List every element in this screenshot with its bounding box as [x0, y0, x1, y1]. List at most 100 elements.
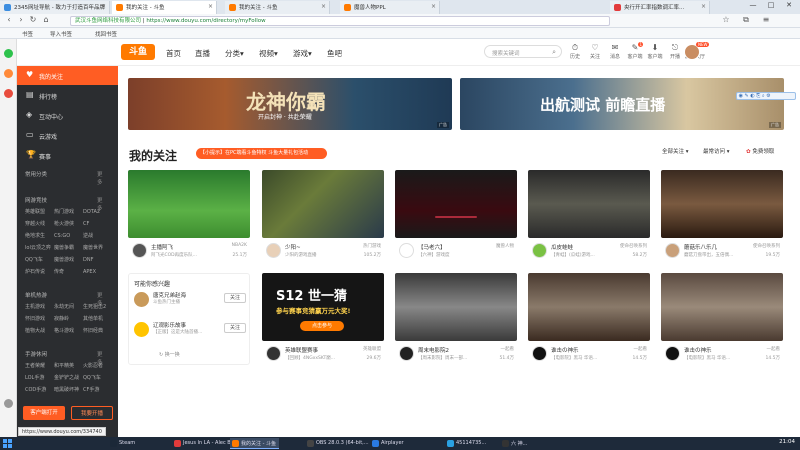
- category-link[interactable]: CF: [83, 218, 112, 230]
- nav-games[interactable]: 游戏▾: [293, 48, 312, 59]
- close-icon[interactable]: ×: [101, 3, 106, 10]
- taskbar-app[interactable]: Airplayer: [370, 438, 407, 449]
- search-input[interactable]: 搜索关键词 ⌕: [484, 45, 562, 58]
- header-live-button[interactable]: ⎋ 开播: [665, 43, 685, 60]
- category-link[interactable]: 主机游戏: [25, 301, 54, 313]
- refresh-suggest-button[interactable]: ↻ 换一换: [159, 351, 180, 358]
- follow-button[interactable]: 关注: [224, 323, 246, 333]
- category-link[interactable]: 英雄联盟: [25, 206, 54, 218]
- category-link[interactable]: QQ飞车: [25, 254, 54, 266]
- live-card[interactable]: 谁击の神乐 一起看 【电影院】黑马 华语... 14.5万: [528, 273, 650, 365]
- category-link[interactable]: 永劫无间: [54, 301, 83, 313]
- stream-thumbnail[interactable]: [262, 170, 384, 238]
- stream-category[interactable]: 一起看: [767, 346, 781, 352]
- live-card[interactable]: 主播阿飞 NBA2K 阿飞光COD再度乐队... 25.1万: [128, 170, 250, 262]
- stream-category[interactable]: 使命召唤系列: [753, 243, 780, 249]
- taskbar-app[interactable]: 我的关注 - 斗鱼: [230, 438, 279, 449]
- stream-category[interactable]: NBA2K: [232, 243, 247, 248]
- streamer-avatar[interactable]: [532, 346, 547, 361]
- forward-icon[interactable]: ›: [15, 15, 27, 27]
- category-link[interactable]: 逆战: [83, 230, 112, 242]
- nav-video[interactable]: 视频▾: [259, 48, 278, 59]
- stream-thumbnail[interactable]: [128, 170, 250, 238]
- browser-tab[interactable]: 2345网址导航 - 致力于打造百年品牌 ×: [0, 1, 110, 14]
- category-link[interactable]: DOTA2: [83, 206, 112, 218]
- sidebar-item[interactable]: ◈ 互动中心: [17, 106, 118, 125]
- streamer-avatar[interactable]: [399, 243, 414, 258]
- stream-category[interactable]: 一起看: [634, 346, 648, 352]
- streamer-avatar[interactable]: [399, 346, 414, 361]
- menu-icon[interactable]: ≡: [760, 15, 772, 27]
- browser-tab[interactable]: 我的关注 - 斗鱼 ×: [112, 1, 217, 14]
- stream-category[interactable]: 热门游戏: [363, 243, 381, 249]
- streamer-avatar[interactable]: [266, 243, 281, 258]
- nav-yuba[interactable]: 鱼吧: [327, 48, 342, 59]
- stream-thumbnail[interactable]: S12 世一猜 参与赛事竞猜赢万元大奖! 点击参与: [262, 273, 384, 341]
- stream-category[interactable]: 一起看: [501, 346, 515, 352]
- category-link[interactable]: 魔兽游戏: [54, 254, 83, 266]
- start-icon[interactable]: [3, 439, 12, 448]
- streamer-name[interactable]: 周末电影院2: [418, 346, 488, 354]
- category-link[interactable]: 金铲铲之战: [54, 372, 83, 384]
- category-link[interactable]: 绝地求生: [25, 230, 54, 242]
- start-live-button[interactable]: 我要开播: [71, 406, 113, 420]
- bookmark-item[interactable]: 书签: [22, 30, 33, 38]
- stream-thumbnail[interactable]: [661, 170, 783, 238]
- streamer-avatar[interactable]: [665, 346, 680, 361]
- maximize-icon[interactable]: □: [763, 1, 779, 13]
- close-icon[interactable]: ✕: [781, 1, 797, 13]
- s12-join-button[interactable]: 点击参与: [300, 321, 344, 331]
- free-claim-link[interactable]: ✿ 免费领取: [746, 147, 774, 155]
- live-card[interactable]: S12 世一猜 参与赛事竞猜赢万元大奖! 点击参与 英雄联盟赛事 英雄联盟 【回顾】4NG…: [262, 273, 384, 365]
- taskbar-app[interactable]: OBS 28.0.3 (64-bit,...: [305, 438, 372, 449]
- category-link[interactable]: 暗黑破坏神: [54, 384, 83, 396]
- category-link[interactable]: 枪火游侠: [54, 218, 83, 230]
- close-icon[interactable]: ×: [701, 3, 706, 10]
- add-icon[interactable]: [4, 399, 13, 408]
- category-link[interactable]: 其他单机: [83, 313, 112, 325]
- category-link[interactable]: CS:GO: [54, 230, 83, 242]
- header-download-button[interactable]: ⬇ 客户端: [645, 43, 665, 60]
- category-link[interactable]: 生死狙击2: [83, 301, 112, 313]
- stream-category[interactable]: 使命召唤系列: [620, 243, 647, 249]
- close-icon[interactable]: ×: [321, 3, 326, 10]
- bookmark-item[interactable]: 导入书签: [50, 30, 72, 38]
- stream-thumbnail[interactable]: [528, 170, 650, 238]
- live-card[interactable]: 【马老六】 魔兽人物 【六神】游戏度: [395, 170, 517, 262]
- category-link[interactable]: 魔兽世界: [83, 242, 112, 254]
- extensions-icon[interactable]: ⧉: [740, 15, 752, 27]
- refresh-icon[interactable]: ↻: [27, 15, 39, 27]
- stream-category[interactable]: 魔兽人物: [496, 243, 514, 249]
- category-link[interactable]: 传奇: [54, 266, 83, 278]
- category-link[interactable]: 火影忍者: [83, 360, 112, 372]
- stream-thumbnail[interactable]: [528, 273, 650, 341]
- live-card[interactable]: 少阳~ 热门游戏 少阳的游戏直播 105.2万: [262, 170, 384, 262]
- close-icon[interactable]: ×: [431, 3, 436, 10]
- taskbar-app[interactable]: 六 神...: [500, 438, 530, 449]
- url-input[interactable]: 武汉斗鱼网络科技有限公司 | https://www.douyu.com/dir…: [70, 16, 610, 26]
- category-link[interactable]: 王者荣耀: [25, 360, 54, 372]
- category-link[interactable]: 魔兽争霸: [54, 242, 83, 254]
- nav-home[interactable]: 首页: [166, 48, 181, 59]
- category-link[interactable]: 格斗游戏: [54, 325, 83, 337]
- header-follow-button[interactable]: ♡ 关注: [585, 43, 605, 60]
- streamer-name[interactable]: 谁击の神乐: [684, 346, 754, 354]
- category-link[interactable]: 寂静岭: [54, 313, 83, 325]
- stream-category[interactable]: 英雄联盟: [363, 346, 381, 352]
- streamer-name[interactable]: 英雄联盟赛事: [285, 346, 355, 354]
- close-icon[interactable]: ×: [208, 3, 213, 10]
- streamer-name[interactable]: 【马老六】: [418, 243, 488, 251]
- browser-tab[interactable]: 我的关注 - 斗鱼 ×: [225, 1, 330, 14]
- streamer-avatar[interactable]: [665, 243, 680, 258]
- sort-most-visited[interactable]: 最常访问 ▾: [703, 147, 730, 155]
- suggest-row[interactable]: 唐克兄弟赵海 斗鱼热门主播 关注: [134, 290, 246, 312]
- sidebar-item[interactable]: 🏆 赛事: [17, 146, 118, 165]
- live-card[interactable]: 周末电影院2 一起看 【周末影院】周末—部... 51.4万: [395, 273, 517, 365]
- category-link[interactable]: 穿越火线: [25, 218, 54, 230]
- nav-category[interactable]: 分类▾: [225, 48, 244, 59]
- search-icon[interactable]: ⌕: [552, 48, 556, 57]
- section-more[interactable]: 更多: [97, 170, 103, 186]
- home-icon[interactable]: ⌂: [40, 15, 52, 27]
- streamer-name[interactable]: 瓜皮蛙蛙: [551, 243, 621, 251]
- sidebar-item[interactable]: ♥ 我的关注: [17, 66, 118, 85]
